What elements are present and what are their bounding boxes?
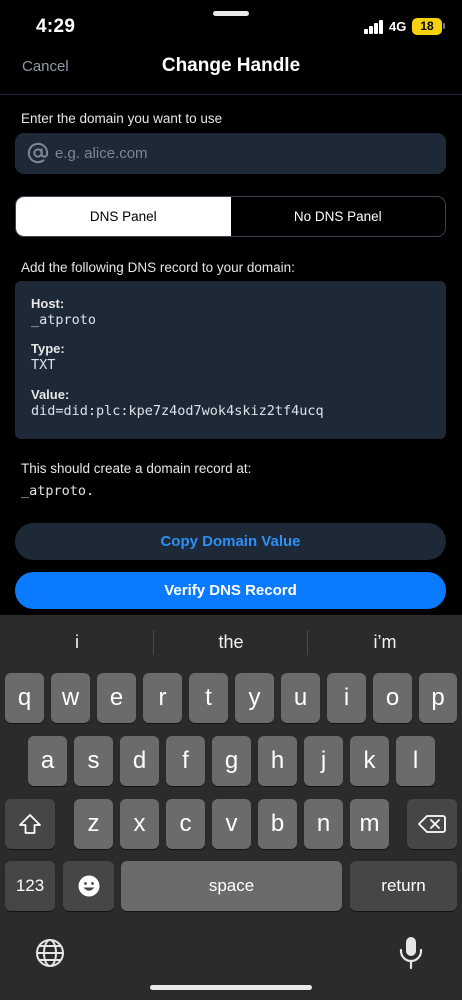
key-r[interactable]: r xyxy=(143,673,182,723)
key-c[interactable]: c xyxy=(166,799,205,849)
shift-icon xyxy=(19,814,41,834)
key-u[interactable]: u xyxy=(281,673,320,723)
dynamic-island-handle xyxy=(213,11,249,16)
page-title: Change Handle xyxy=(161,55,301,76)
key-z[interactable]: z xyxy=(74,799,113,849)
suggestion-1[interactable]: i xyxy=(0,615,154,669)
value-label: Value: xyxy=(31,387,70,402)
tab-no-dns-panel[interactable]: No DNS Panel xyxy=(230,197,445,236)
record-prompt: Add the following DNS record to your dom… xyxy=(21,260,295,275)
type-label: Type: xyxy=(31,341,65,356)
key-t[interactable]: t xyxy=(189,673,228,723)
key-s[interactable]: s xyxy=(74,736,113,786)
return-key[interactable]: return xyxy=(350,861,457,911)
value-value: did=did:plc:kpe7z4od7wok4skiz2tf4ucq xyxy=(31,403,324,419)
status-time: 4:29 xyxy=(36,16,76,37)
result-prompt: This should create a domain record at: xyxy=(21,461,252,476)
dns-record-box: Host: _atproto Type: TXT Value: did=did:… xyxy=(15,281,446,439)
nav-header: Cancel Change Handle xyxy=(0,52,462,95)
status-bar: 4:29 4G 18 xyxy=(0,0,462,52)
key-d[interactable]: d xyxy=(120,736,159,786)
key-v[interactable]: v xyxy=(212,799,251,849)
dns-mode-tabs: DNS Panel No DNS Panel xyxy=(15,196,446,237)
key-i[interactable]: i xyxy=(327,673,366,723)
microphone-icon xyxy=(399,937,423,970)
key-j[interactable]: j xyxy=(304,736,343,786)
backspace-icon xyxy=(418,815,446,833)
host-value: _atproto xyxy=(31,312,97,328)
key-h[interactable]: h xyxy=(258,736,297,786)
domain-record-result: _atproto. xyxy=(21,483,95,499)
verify-dns-record-button[interactable]: Verify DNS Record xyxy=(15,572,446,609)
network-label: 4G xyxy=(389,19,407,34)
suggestion-bar: i the i’m xyxy=(0,615,462,669)
tab-dns-panel[interactable]: DNS Panel xyxy=(16,197,231,236)
type-value: TXT xyxy=(31,357,56,373)
home-indicator xyxy=(150,985,312,990)
emoji-icon xyxy=(78,875,99,897)
suggestion-2[interactable]: the xyxy=(154,615,308,669)
suggestion-3[interactable]: i’m xyxy=(308,615,462,669)
shift-key[interactable] xyxy=(5,799,55,849)
domain-prompt: Enter the domain you want to use xyxy=(21,111,223,126)
key-f[interactable]: f xyxy=(166,736,205,786)
key-w[interactable]: w xyxy=(51,673,90,723)
space-key[interactable]: space xyxy=(121,861,342,911)
at-sign-icon xyxy=(27,142,49,164)
key-x[interactable]: x xyxy=(120,799,159,849)
key-e[interactable]: e xyxy=(97,673,136,723)
domain-input[interactable] xyxy=(55,133,435,174)
key-m[interactable]: m xyxy=(350,799,389,849)
battery-icon: 18 xyxy=(412,18,445,35)
globe-icon xyxy=(36,939,64,967)
change-handle-form: Enter the domain you want to use DNS Pan… xyxy=(0,95,462,615)
key-y[interactable]: y xyxy=(235,673,274,723)
dictation-button[interactable] xyxy=(398,935,424,971)
key-g[interactable]: g xyxy=(212,736,251,786)
globe-button[interactable] xyxy=(34,937,66,969)
key-o[interactable]: o xyxy=(373,673,412,723)
battery-level: 18 xyxy=(420,19,434,33)
signal-icon xyxy=(364,20,384,34)
backspace-key[interactable] xyxy=(407,799,457,849)
key-n[interactable]: n xyxy=(304,799,343,849)
key-l[interactable]: l xyxy=(396,736,435,786)
domain-input-container xyxy=(15,133,446,174)
emoji-key[interactable] xyxy=(63,861,114,911)
key-p[interactable]: p xyxy=(419,673,457,723)
key-k[interactable]: k xyxy=(350,736,389,786)
copy-domain-value-button[interactable]: Copy Domain Value xyxy=(15,523,446,560)
host-label: Host: xyxy=(31,296,65,311)
keyboard: i the i’m q w e r t y u i o p a s d f g … xyxy=(0,615,462,1000)
key-q[interactable]: q xyxy=(5,673,44,723)
key-b[interactable]: b xyxy=(258,799,297,849)
key-a[interactable]: a xyxy=(28,736,67,786)
numbers-key[interactable]: 123 xyxy=(5,861,55,911)
